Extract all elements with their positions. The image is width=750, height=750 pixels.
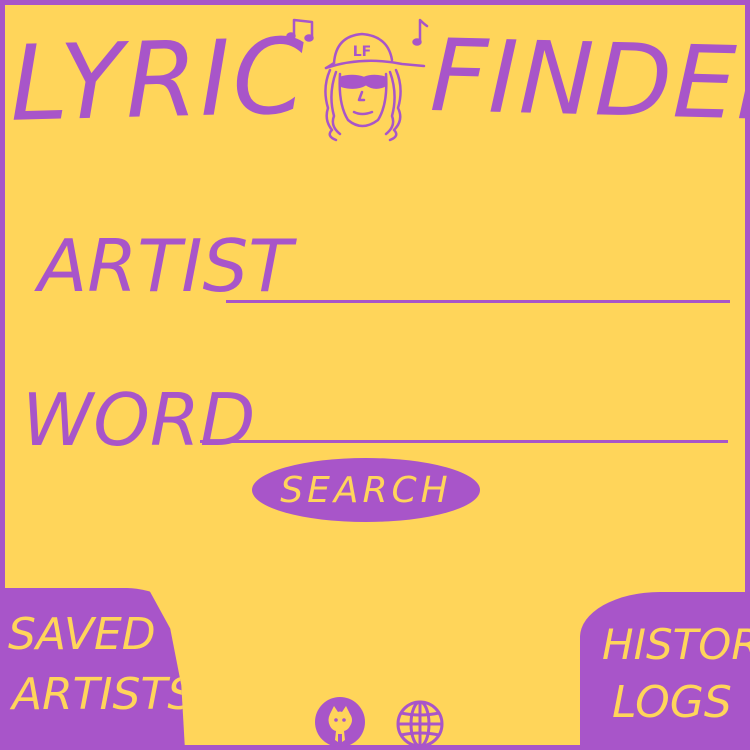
title-lyric: LYRIC	[8, 15, 309, 145]
artist-input[interactable]	[226, 258, 730, 303]
github-icon[interactable]	[314, 696, 366, 748]
history-logs-button[interactable]: HISTORY LOGS	[580, 592, 750, 750]
music-note-left-icon	[286, 18, 314, 42]
title-finder: FINDER	[428, 16, 750, 144]
mascot-logo: LF	[286, 18, 429, 142]
music-note-right-icon	[412, 18, 429, 46]
saved-artists-label-line2: ARTISTS	[12, 669, 196, 720]
saved-artists-label-line1: SAVED	[8, 609, 156, 660]
logo-badge: LF	[353, 44, 371, 60]
word-label: WORD	[22, 378, 256, 462]
artist-label: ARTIST	[38, 224, 293, 308]
history-logs-label-line1: HISTORY	[602, 620, 750, 669]
word-input[interactable]	[200, 398, 728, 443]
globe-icon[interactable]	[394, 698, 446, 750]
saved-artists-button[interactable]: SAVED ARTISTS	[0, 588, 185, 750]
search-button[interactable]: SEARCH	[252, 458, 480, 522]
history-logs-label-line2: LOGS	[612, 677, 732, 728]
